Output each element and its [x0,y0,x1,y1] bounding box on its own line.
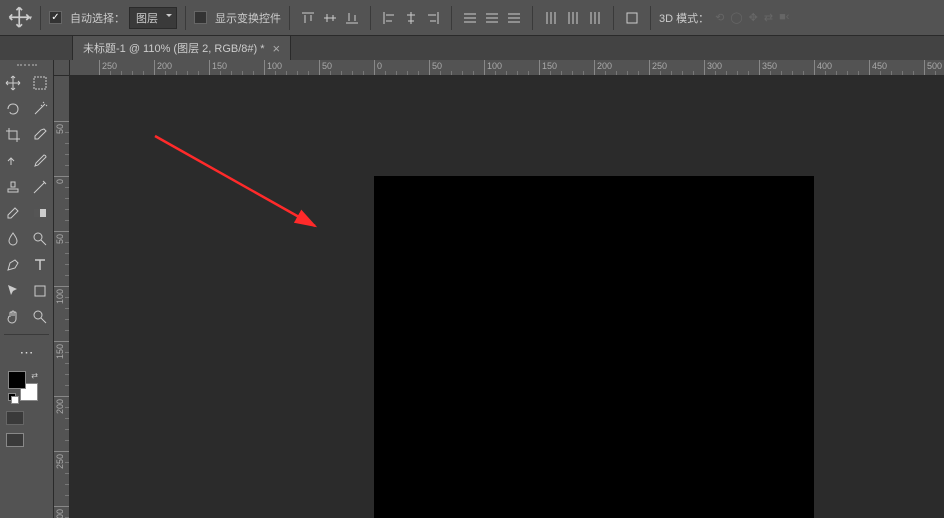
wand-tool[interactable] [27,96,54,122]
edit-toolbar-icon[interactable]: ⋯ [0,339,53,365]
divider [613,6,614,30]
align-group-1 [298,8,362,28]
canvas-viewport[interactable] [70,76,944,518]
show-transform-label: 显示变换控件 [215,10,281,26]
dodge-tool[interactable] [27,226,54,252]
align-vcenter-icon[interactable] [320,8,340,28]
divider [650,6,651,30]
align-group-2 [379,8,443,28]
brush-tool[interactable] [27,148,54,174]
stamp-tool[interactable] [0,174,27,200]
divider [532,6,533,30]
distribute-left-icon[interactable] [541,8,561,28]
eraser-tool[interactable] [0,200,27,226]
blur-tool[interactable] [0,226,27,252]
divider [185,6,186,30]
align-left-icon[interactable] [379,8,399,28]
path-select-tool[interactable] [0,278,27,304]
heal-tool[interactable] [0,148,27,174]
type-tool[interactable] [27,252,54,278]
reset-colors-icon[interactable] [8,393,16,401]
quickmask-icon[interactable] [6,411,24,425]
horizontal-ruler[interactable]: 2502001501005005010015020025030035040045… [70,60,944,76]
history-brush-tool[interactable] [27,174,54,200]
annotation-arrow [150,131,330,241]
distribute-vcenter-icon[interactable] [482,8,502,28]
divider [40,6,41,30]
distribute-top-icon[interactable] [460,8,480,28]
align-top-icon[interactable] [298,8,318,28]
vertical-ruler[interactable]: 50050100150200250300 [54,76,70,518]
3d-zoom-icon[interactable]: ■‹ [779,11,789,24]
auto-align-icon[interactable] [622,8,642,28]
zoom-tool[interactable] [27,304,54,330]
distribute-bottom-icon[interactable] [504,8,524,28]
crop-tool[interactable] [0,122,27,148]
mode-3d-group: 3D 模式： ⟲ ◯ ✥ ⇄ ■‹ [659,10,789,26]
checkbox-icon [49,11,62,24]
show-transform-checkbox[interactable]: 显示变换控件 [194,10,281,26]
distribute-right-icon[interactable] [585,8,605,28]
auto-select-checkbox[interactable]: 自动选择： [49,10,125,26]
3d-orbit-icon[interactable]: ⟲ [715,11,724,24]
3d-roll-icon[interactable]: ◯ [730,11,742,24]
align-hcenter-icon[interactable] [401,8,421,28]
lasso-tool[interactable] [0,96,27,122]
screenmode-icon[interactable] [6,433,24,447]
distribute-group-2 [541,8,605,28]
3d-slide-icon[interactable]: ⇄ [764,11,773,24]
align-bottom-icon[interactable] [342,8,362,28]
canvas-area: 2502001501005005010015020025030035040045… [54,60,944,518]
foreground-color[interactable] [8,371,26,389]
hand-tool[interactable] [0,304,27,330]
shape-tool[interactable] [27,278,54,304]
ruler-origin[interactable] [54,60,70,76]
eyedropper-tool[interactable] [27,122,54,148]
auto-select-label: 自动选择： [70,10,125,26]
tools-panel: ⋯ ⇄ [0,60,54,518]
distribute-group-1 [460,8,524,28]
panel-grip[interactable] [0,60,53,70]
pen-tool[interactable] [0,252,27,278]
close-icon[interactable]: × [273,42,281,55]
move-tool[interactable] [0,70,27,96]
layer-dropdown[interactable]: 图层 [129,7,177,29]
tab-title: 未标题-1 @ 110% (图层 2, RGB/8#) * [83,40,265,56]
auto-align-group [622,8,642,28]
divider [370,6,371,30]
move-tool-indicator[interactable]: ▾ [8,6,32,30]
color-swatches[interactable]: ⇄ [8,371,38,401]
3d-pan-icon[interactable]: ✥ [749,11,758,24]
swap-colors-icon[interactable]: ⇄ [31,371,38,380]
align-right-icon[interactable] [423,8,443,28]
document-canvas[interactable] [374,176,814,518]
divider [451,6,452,30]
document-tab[interactable]: 未标题-1 @ 110% (图层 2, RGB/8#) * × [72,35,291,60]
checkbox-icon [194,11,207,24]
marquee-tool[interactable] [27,70,54,96]
gradient-tool[interactable] [27,200,54,226]
distribute-hcenter-icon[interactable] [563,8,583,28]
divider [289,6,290,30]
